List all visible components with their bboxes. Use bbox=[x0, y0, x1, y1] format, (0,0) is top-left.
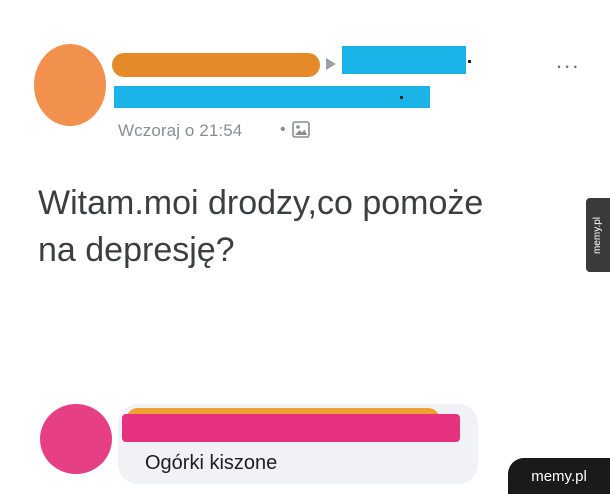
arrow-right-icon bbox=[326, 58, 336, 70]
timestamp-separator: • bbox=[280, 121, 286, 138]
more-horizontal-icon[interactable]: ... bbox=[556, 48, 580, 74]
poster-avatar[interactable] bbox=[34, 44, 106, 126]
group-name-redacted-line2[interactable] bbox=[114, 86, 430, 108]
speck-mark bbox=[400, 96, 403, 99]
side-watermark-label: memy.pl bbox=[592, 216, 604, 254]
corner-watermark: memy.pl bbox=[531, 467, 587, 485]
commenter-name-redacted[interactable] bbox=[122, 414, 460, 442]
photo-icon bbox=[292, 121, 310, 138]
post-body-line: Witam.moi drodzy,co pomoże bbox=[38, 184, 484, 222]
side-watermark: memy.pl bbox=[586, 198, 610, 272]
commenter-avatar[interactable] bbox=[40, 404, 112, 474]
group-name-redacted[interactable] bbox=[342, 46, 466, 74]
poster-name-redacted[interactable] bbox=[112, 53, 320, 77]
post-timestamp[interactable]: Wczoraj o 21:54 bbox=[118, 121, 242, 141]
speck-mark bbox=[468, 60, 471, 63]
post-body: Witam.moi drodzy,co pomoże na depresję? bbox=[38, 180, 558, 274]
post-body-line: na depresję? bbox=[38, 231, 235, 269]
comment-text: Ogórki kiszone bbox=[145, 452, 278, 474]
